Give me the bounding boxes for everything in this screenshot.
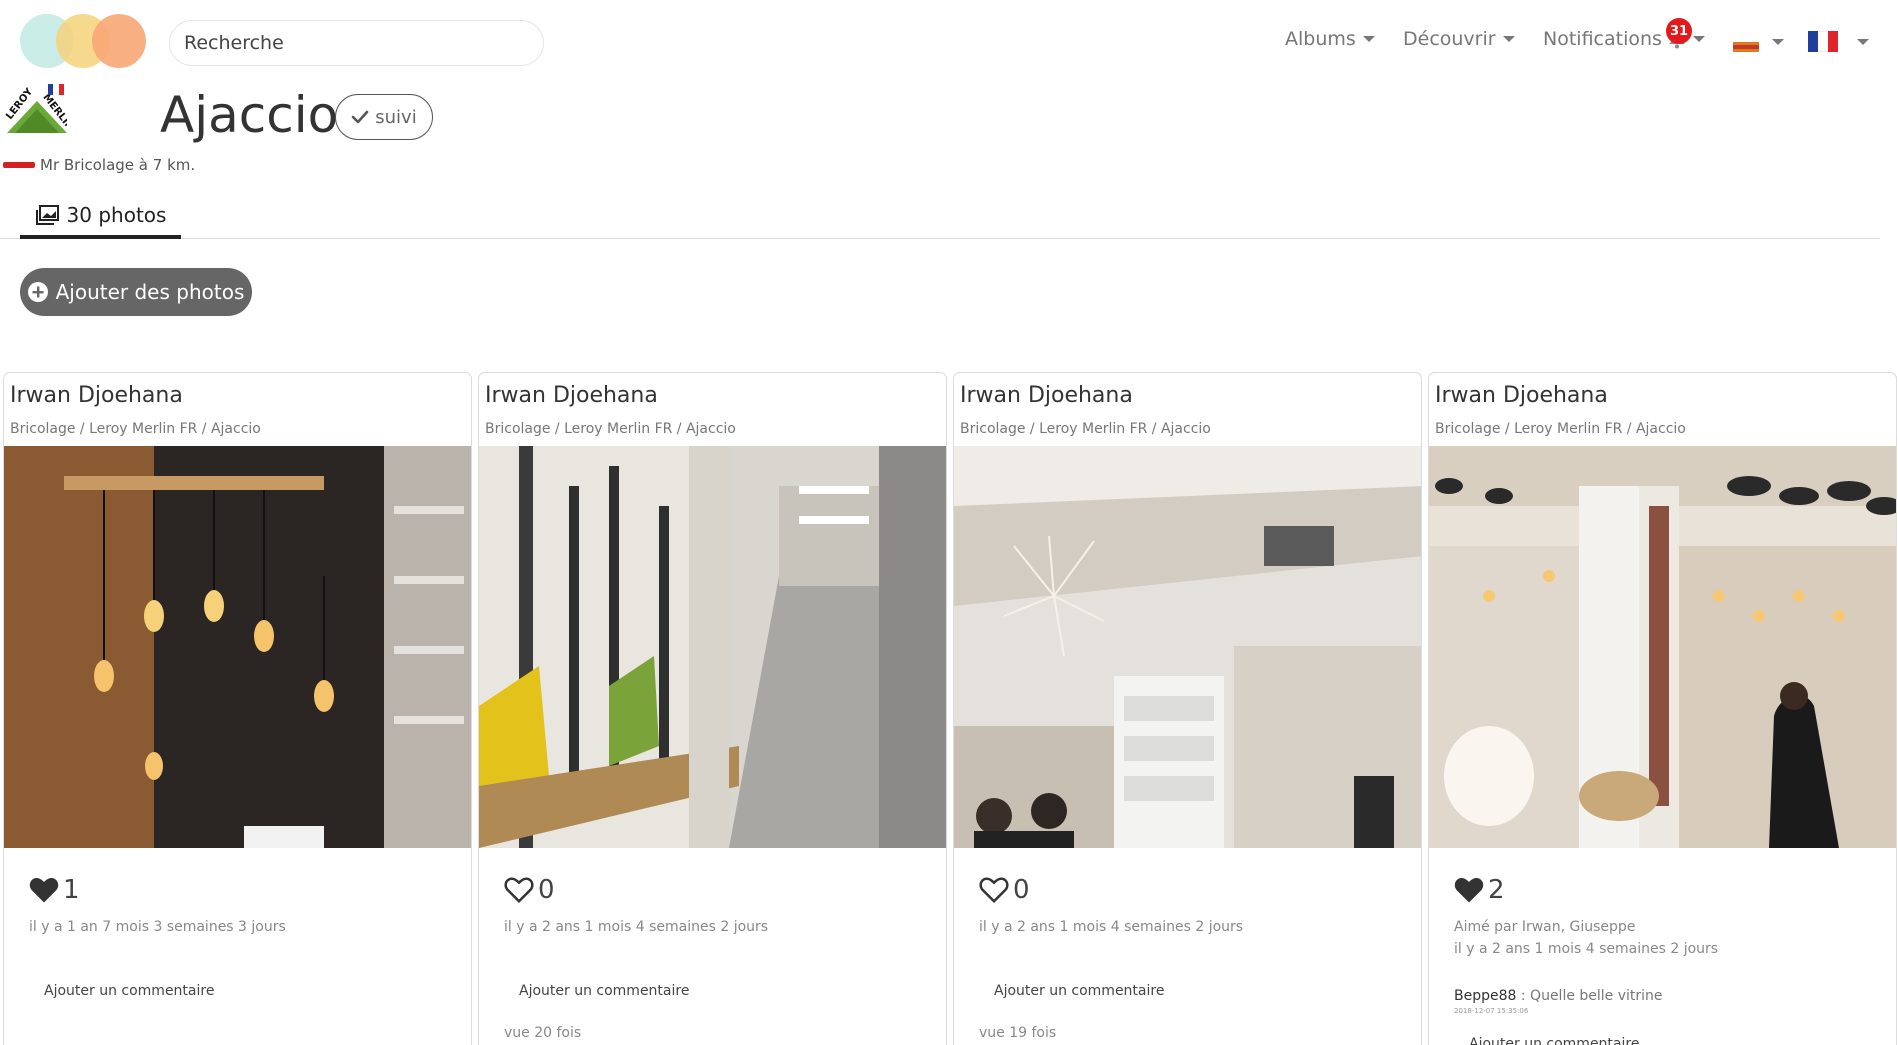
- tab-bar: 30 photos: [0, 195, 1880, 239]
- comment-text: Quelle belle vitrine: [1530, 988, 1663, 1004]
- like-toggle[interactable]: 2: [1454, 875, 1505, 905]
- photo-card: Irwan Djoehana Bricolage / Leroy Merlin …: [953, 372, 1422, 1045]
- check-icon: [351, 110, 369, 124]
- add-comment-link[interactable]: Ajouter un commentaire: [1469, 1036, 1639, 1045]
- follow-button[interactable]: suivi: [335, 94, 433, 140]
- follow-button-label: suivi: [375, 106, 417, 128]
- card-breadcrumb[interactable]: Bricolage / Leroy Merlin FR / Ajaccio: [10, 421, 261, 437]
- comment-author[interactable]: Beppe88: [1454, 988, 1516, 1004]
- photo-card: Irwan Djoehana Bricolage / Leroy Merlin …: [478, 372, 947, 1045]
- chevron-down-icon: [1362, 36, 1375, 42]
- view-count: vue 19 fois: [979, 1025, 1057, 1041]
- store-photo[interactable]: [479, 446, 947, 848]
- chevron-down-icon: [1502, 36, 1515, 42]
- like-count: 1: [63, 875, 80, 905]
- add-photos-button[interactable]: Ajouter des photos: [20, 268, 252, 316]
- heart-filled-icon: [29, 878, 59, 903]
- chevron-down-icon[interactable]: [1857, 39, 1869, 45]
- card-timestamp: il y a 2 ans 1 mois 4 semaines 2 jours: [979, 919, 1244, 935]
- tab-photos[interactable]: 30 photos: [20, 195, 181, 239]
- notification-badge: 31: [1666, 18, 1692, 44]
- photo-card: Irwan Djoehana Bricolage / Leroy Merlin …: [1428, 372, 1897, 1045]
- logo-circle-orange: [92, 14, 146, 68]
- card-author[interactable]: Irwan Djoehana: [485, 383, 658, 408]
- card-breadcrumb[interactable]: Bricolage / Leroy Merlin FR / Ajaccio: [1435, 421, 1686, 437]
- site-logo[interactable]: [20, 14, 146, 68]
- comment: Beppe88 : Quelle belle vitrine: [1454, 988, 1663, 1004]
- card-breadcrumb[interactable]: Bricolage / Leroy Merlin FR / Ajaccio: [485, 421, 736, 437]
- nearby-store-link[interactable]: Mr Bricolage à 7 km.: [3, 156, 195, 174]
- nav-discover-label: Découvrir: [1403, 28, 1496, 50]
- like-count: 0: [538, 875, 555, 905]
- chevron-down-icon: [1692, 36, 1705, 42]
- store-photo[interactable]: [954, 446, 1422, 848]
- nav-notifications-label: Notifications: [1543, 28, 1662, 50]
- card-timestamp: il y a 1 an 7 mois 3 semaines 3 jours: [29, 919, 286, 935]
- card-timestamp: il y a 2 ans 1 mois 4 semaines 2 jours: [1454, 941, 1719, 957]
- store-photo[interactable]: [1429, 446, 1897, 848]
- card-timestamp: il y a 2 ans 1 mois 4 semaines 2 jours: [504, 919, 769, 935]
- nav-discover[interactable]: Découvrir: [1403, 28, 1515, 50]
- country-flag-fr-icon[interactable]: [1808, 31, 1838, 52]
- like-toggle[interactable]: 1: [29, 875, 80, 905]
- card-author[interactable]: Irwan Djoehana: [1435, 383, 1608, 408]
- like-count: 0: [1013, 875, 1030, 905]
- nearby-store-label: Mr Bricolage à 7 km.: [40, 156, 196, 174]
- add-comment-link[interactable]: Ajouter un commentaire: [44, 983, 214, 999]
- tab-photos-label: 30 photos: [66, 203, 167, 227]
- heart-filled-icon: [1454, 878, 1484, 903]
- plus-circle-icon: [27, 282, 48, 302]
- photo-card: Irwan Djoehana Bricolage / Leroy Merlin …: [3, 372, 472, 1045]
- page-title: Ajaccio: [160, 86, 339, 144]
- add-comment-link[interactable]: Ajouter un commentaire: [994, 983, 1164, 999]
- photos-icon: [35, 205, 59, 225]
- chevron-down-icon[interactable]: [1772, 39, 1784, 45]
- add-comment-link[interactable]: Ajouter un commentaire: [519, 983, 689, 999]
- language-flag-icon[interactable]: [1733, 37, 1759, 52]
- add-photos-label: Ajouter des photos: [55, 280, 245, 304]
- like-count: 2: [1488, 875, 1505, 905]
- comment-date: 2018-12-07 15:35:06: [1454, 1007, 1529, 1015]
- nav-albums[interactable]: Albums: [1285, 28, 1375, 50]
- heart-outline-icon: [979, 877, 1009, 904]
- search-input[interactable]: [169, 20, 544, 66]
- liked-by-text[interactable]: Aimé par Irwan, Giuseppe: [1454, 919, 1635, 935]
- card-breadcrumb[interactable]: Bricolage / Leroy Merlin FR / Ajaccio: [960, 421, 1211, 437]
- store-photo[interactable]: [4, 446, 472, 848]
- store-country-flag-icon: [48, 84, 64, 95]
- card-author[interactable]: Irwan Djoehana: [960, 383, 1133, 408]
- nav-albums-label: Albums: [1285, 28, 1356, 50]
- like-toggle[interactable]: 0: [504, 875, 555, 905]
- view-count: vue 20 fois: [504, 1025, 582, 1041]
- card-author[interactable]: Irwan Djoehana: [10, 383, 183, 408]
- nearby-store-logo: [3, 162, 35, 168]
- top-navbar: Albums Découvrir Notifications 31: [0, 0, 1898, 82]
- like-toggle[interactable]: 0: [979, 875, 1030, 905]
- heart-outline-icon: [504, 877, 534, 904]
